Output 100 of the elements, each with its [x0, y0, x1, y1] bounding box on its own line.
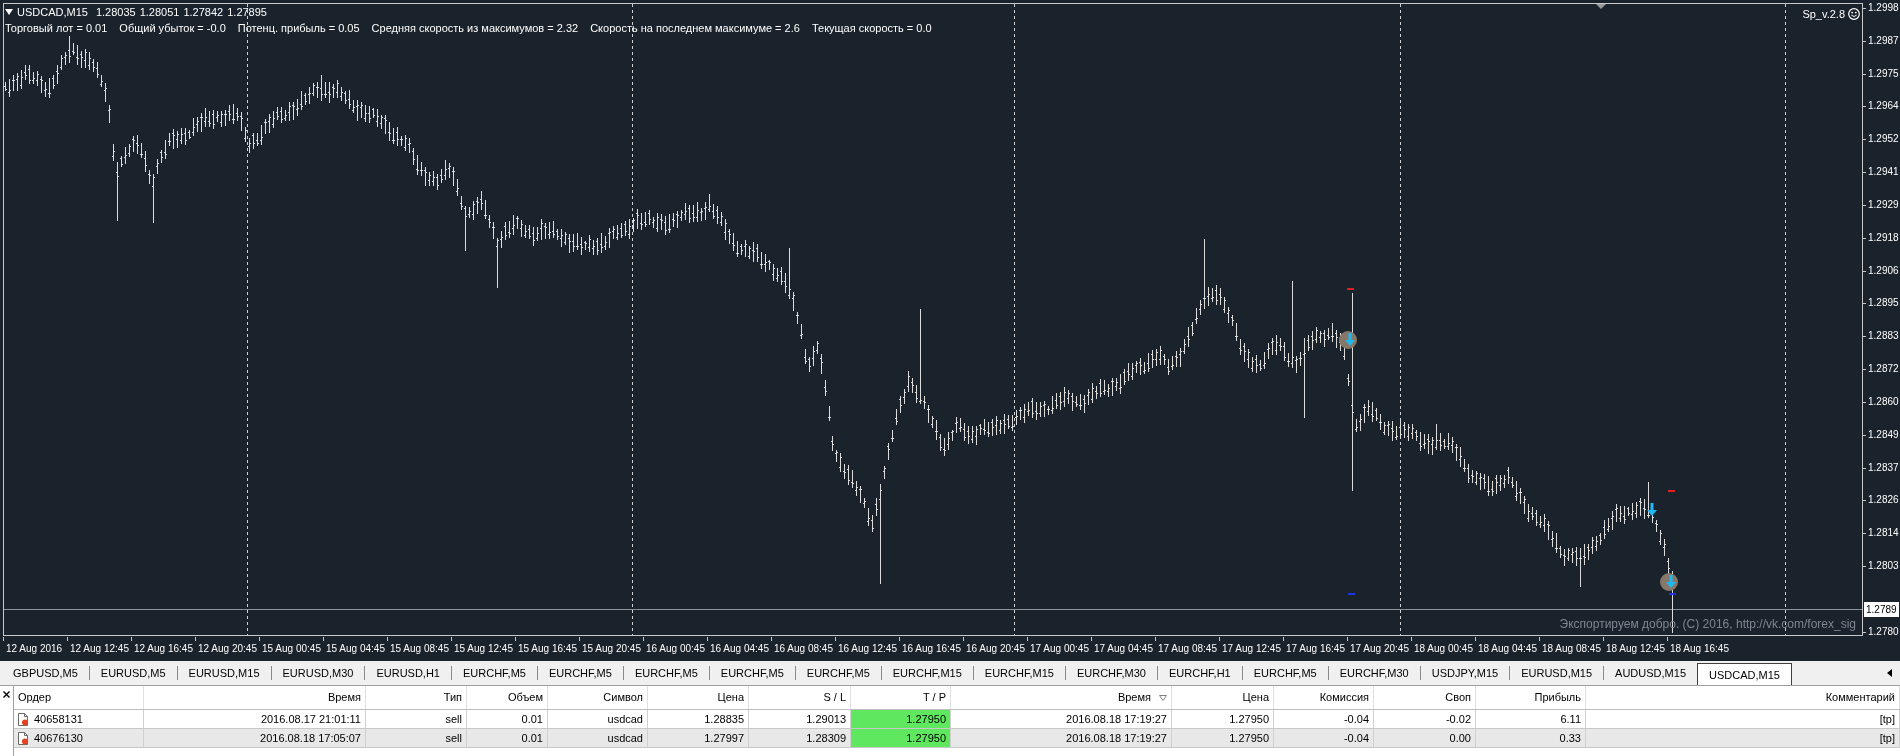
table-row[interactable]: 40658131 2016.08.17 21:01:11 sell 0.01 usdcad 1.28835 1.29013 1.27950 2016.08.18 17:19:27 1.27950 -0.04 -0.02 6.11 [tp] [14, 710, 1900, 729]
time-label: 16 Aug 00:45 [646, 642, 705, 655]
dropdown-triangle-icon[interactable] [5, 9, 13, 15]
table-cell: sell [366, 710, 467, 728]
table-cell: 1.27950 [1172, 729, 1274, 747]
price-label: 1.2849 [1868, 427, 1899, 442]
table-cell: 1.27950 [851, 710, 951, 728]
column-header[interactable]: Цена [1172, 686, 1274, 709]
time-label: 12 Aug 16:45 [134, 642, 193, 655]
price-label: 1.2918 [1868, 230, 1899, 245]
column-header[interactable]: Тип [366, 686, 467, 709]
chart-tab[interactable]: EURUSD,M5 [89, 662, 177, 684]
time-label: 15 Aug 16:45 [518, 642, 577, 655]
chart-tab[interactable]: EURCHF,M30 [1065, 662, 1157, 684]
column-header[interactable]: Комментарий [1586, 686, 1900, 709]
time-label: 15 Aug 04:45 [326, 642, 385, 655]
chart-tab[interactable]: EURCHF,H1 [1158, 662, 1242, 684]
table-cell: usdcad [548, 710, 648, 728]
shift-marker-icon [1596, 4, 1606, 9]
trade-marker-icon [1660, 573, 1678, 591]
table-cell: 1.27950 [851, 729, 951, 747]
column-header[interactable]: Время [144, 686, 366, 709]
take-profit-mark [1348, 593, 1355, 595]
time-label: 15 Aug 08:45 [390, 642, 449, 655]
indicator-stat: Скорость на последнем максимуме = 2.6 [590, 21, 800, 36]
price-label: 1.2837 [1868, 460, 1899, 475]
time-label: 17 Aug 04:45 [1094, 642, 1153, 655]
chart-tab[interactable]: EURCHF,M5 [795, 662, 881, 684]
price-label: 1.2803 [1868, 559, 1899, 574]
column-header[interactable]: Объем [467, 686, 548, 709]
chart-tab[interactable]: EURUSD,H1 [365, 662, 451, 684]
table-cell: 2016.08.18 17:19:27 [951, 729, 1172, 747]
down-arrow-icon [1647, 503, 1657, 516]
table-cell: usdcad [548, 729, 648, 747]
time-label: 16 Aug 16:45 [902, 642, 961, 655]
scroll-left-icon[interactable] [1887, 669, 1892, 677]
table-cell: sell [366, 729, 467, 747]
table-cell: -0.04 [1274, 729, 1374, 747]
close-icon[interactable] [3, 691, 10, 698]
table-cell: 2016.08.17 21:01:11 [144, 710, 366, 728]
time-label: 16 Aug 12:45 [838, 642, 897, 655]
chart-tab[interactable]: EURCHF,M5 [537, 662, 623, 684]
stop-loss-mark [1668, 490, 1675, 492]
time-label: 17 Aug 00:45 [1030, 642, 1089, 655]
order-document-icon [18, 731, 29, 745]
time-label: 18 Aug 00:45 [1414, 642, 1473, 655]
price-label: 1.2872 [1868, 362, 1899, 377]
table-cell: -0.04 [1274, 710, 1374, 728]
time-label: 15 Aug 00:45 [262, 642, 321, 655]
column-header[interactable]: Своп [1374, 686, 1476, 709]
price-label: 1.2941 [1868, 165, 1899, 180]
price-label: 1.2883 [1868, 329, 1899, 344]
indicator-stat: Текущая скорость = 0.0 [811, 21, 932, 36]
chart-tab[interactable]: EURCHF,M15 [973, 662, 1065, 684]
chart-tab[interactable]: EURCHF,M15 [881, 662, 973, 684]
order-number: 40658131 [34, 711, 83, 727]
column-header[interactable]: Символ [548, 686, 648, 709]
indicator-stat: Потенц. прибыль = 0.05 [237, 21, 360, 36]
chart-tab[interactable]: EURCHF,M5 [1242, 662, 1328, 684]
table-cell: 1.27997 [648, 729, 749, 747]
column-header[interactable]: T / P [851, 686, 951, 709]
table-row[interactable]: 40676130 2016.08.18 17:05:07 sell 0.01 usdcad 1.27997 1.28309 1.27950 2016.08.18 17:19:27 1.27950 -0.04 0.00 0.33 [tp] [14, 729, 1900, 748]
column-header[interactable]: Прибыль [1476, 686, 1586, 709]
table-cell: 6.11 [1476, 710, 1586, 728]
order-number: 40676130 [34, 730, 83, 746]
chart-tab[interactable]: EURUSD,M30 [271, 662, 365, 684]
chart-tab[interactable]: EURCHF,M30 [1328, 662, 1420, 684]
time-label: 12 Aug 12:45 [70, 642, 129, 655]
order-document-icon [18, 712, 29, 726]
time-label: 12 Aug 20:45 [198, 642, 257, 655]
time-label: 18 Aug 04:45 [1478, 642, 1537, 655]
chart-tab[interactable]: EURCHF,M5 [709, 662, 795, 684]
column-header[interactable]: S / L [749, 686, 851, 709]
price-label: 1.2860 [1868, 394, 1899, 409]
indicator-stat: Общий убыток = -0.0 [119, 21, 226, 36]
column-header[interactable]: Ордер [14, 686, 144, 709]
take-profit-mark [1669, 593, 1676, 595]
column-header[interactable]: Время [951, 686, 1172, 709]
time-label: 15 Aug 20:45 [582, 642, 641, 655]
column-header[interactable]: Комиссия [1274, 686, 1374, 709]
table-cell: 1.27950 [1172, 710, 1274, 728]
chart-tab[interactable]: GBPUSD,M5 [2, 662, 89, 684]
chart-tab[interactable]: USDCAD,M15 [1697, 663, 1792, 685]
time-label: 12 Aug 2016 [6, 642, 63, 655]
ohlc-value: 1.28035 [95, 5, 136, 20]
table-cell: 1.28835 [648, 710, 749, 728]
time-label: 16 Aug 04:45 [710, 642, 769, 655]
price-label: 1.2826 [1868, 493, 1899, 508]
chart-tab[interactable]: AUDUSD,M15 [1604, 662, 1697, 684]
chart-tab[interactable]: EURCHF,M5 [452, 662, 537, 684]
time-label: 15 Aug 12:45 [454, 642, 513, 655]
table-cell: 0.00 [1374, 729, 1476, 747]
chart-tab[interactable]: EURCHF,M5 [623, 662, 709, 684]
chart-tab[interactable]: USDJPY,M15 [1420, 662, 1510, 684]
table-cell: 0.01 [467, 729, 548, 747]
column-header[interactable]: Цена [648, 686, 749, 709]
chart-tab[interactable]: EURUSD,M15 [1510, 662, 1604, 684]
trade-marker-icon [1339, 331, 1357, 349]
table-cell: 0.01 [467, 710, 548, 728]
chart-tab[interactable]: EURUSD,M15 [177, 662, 271, 684]
